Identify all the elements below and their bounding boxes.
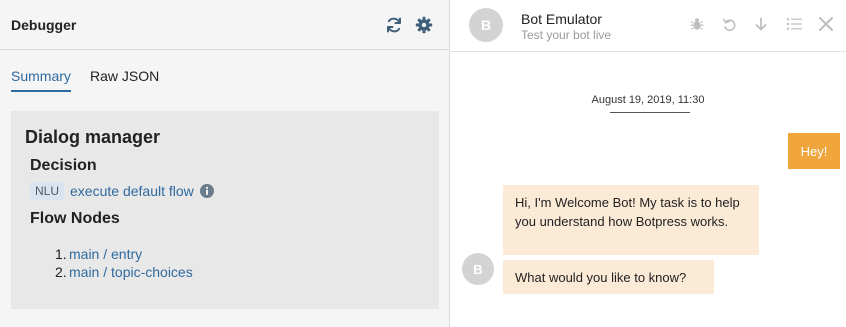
info-icon[interactable] <box>199 184 214 198</box>
list-number: 2. <box>55 264 67 280</box>
gear-icon[interactable] <box>414 15 434 35</box>
date-separator: August 19, 2019, 11:30 <box>591 94 705 106</box>
decision-heading: Decision <box>30 157 97 174</box>
dialog-manager-card: Dialog manager Decision NLU execute defa… <box>11 111 439 309</box>
emulator-subtitle: Test your bot live <box>521 28 612 42</box>
download-icon[interactable] <box>753 16 769 32</box>
emulator-panel: B Bot Emulator Test your bot live August… <box>450 0 846 327</box>
list-number: 1. <box>55 246 67 262</box>
bug-icon[interactable] <box>689 16 705 32</box>
flow-nodes-heading: Flow Nodes <box>30 210 120 227</box>
flow-node-link[interactable]: main / entry <box>69 246 142 262</box>
decision-row: NLU execute default flow <box>30 181 214 201</box>
list-item: 2. main / topic-choices <box>55 263 193 281</box>
bot-message-avatar: B <box>462 253 494 285</box>
user-message-bubble: Hey! <box>788 133 840 169</box>
decision-link[interactable]: execute default flow <box>70 183 194 199</box>
active-tab-indicator <box>11 90 71 92</box>
debugger-tabs: Summary Raw JSON <box>0 51 449 95</box>
date-divider <box>610 112 690 113</box>
tab-summary[interactable]: Summary <box>11 68 71 84</box>
bot-message-bubble: Hi, I'm Welcome Bot! My task is to help … <box>503 185 759 255</box>
bot-avatar: B <box>469 8 503 42</box>
section-title: Dialog manager <box>25 127 161 147</box>
debugger-title: Debugger <box>11 17 77 33</box>
close-icon[interactable] <box>817 15 835 33</box>
bot-message-bubble: What would you like to know? <box>503 260 714 294</box>
nlu-badge: NLU <box>30 182 65 200</box>
refresh-icon[interactable] <box>384 15 404 35</box>
emulator-title: Bot Emulator <box>521 11 602 27</box>
debugger-panel: Debugger Summary Raw JSON Dialog manager… <box>0 0 450 327</box>
flow-node-link[interactable]: main / topic-choices <box>69 264 193 280</box>
tab-raw-json[interactable]: Raw JSON <box>90 68 159 84</box>
list-item: 1. main / entry <box>55 245 193 263</box>
flow-nodes-list: 1. main / entry 2. main / topic-choices <box>55 245 193 281</box>
undo-icon[interactable] <box>721 16 737 32</box>
list-icon[interactable] <box>786 16 802 32</box>
emulator-header: B Bot Emulator Test your bot live <box>450 0 846 52</box>
debugger-header: Debugger <box>0 0 449 50</box>
